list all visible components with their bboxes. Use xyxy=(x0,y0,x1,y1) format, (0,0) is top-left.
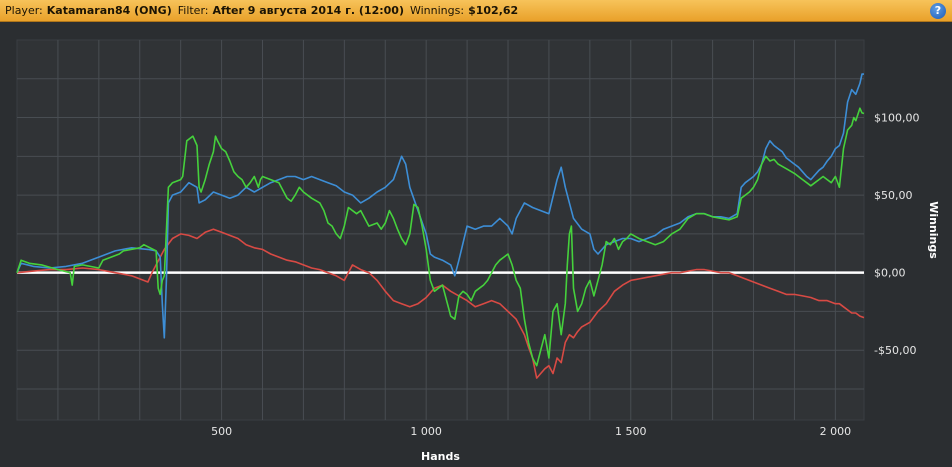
chart-grid xyxy=(16,39,865,421)
y-axis-title: Winnings xyxy=(927,201,940,259)
winnings-chart: 500 1 000 1 500 2 000 $100,00 $50,00 $0,00 -$50… xyxy=(16,39,940,463)
winnings-value: $102,62 xyxy=(468,4,519,17)
plot-area xyxy=(16,39,865,421)
x-tick-label: 500 xyxy=(211,425,232,438)
y-tick-label: $50,00 xyxy=(874,189,913,202)
player-value: Katamaran84 (ONG) xyxy=(46,4,172,17)
help-icon[interactable]: ? xyxy=(930,3,946,19)
filter-value: After 9 августа 2014 г. (12:00) xyxy=(212,4,404,17)
y-tick-label: $0,00 xyxy=(874,267,906,280)
winnings-label: Winnings: xyxy=(409,4,465,17)
x-axis-title: Hands xyxy=(421,450,460,463)
player-label: Player: xyxy=(5,4,43,17)
filter-label: Filter: xyxy=(177,4,209,17)
x-tick-label: 2 000 xyxy=(820,425,852,438)
x-tick-label: 1 000 xyxy=(410,425,442,438)
x-tick-label: 1 500 xyxy=(615,425,647,438)
chart-header-bar: Player: Katamaran84 (ONG) Filter: After … xyxy=(0,0,952,22)
y-tick-label: -$50,00 xyxy=(874,344,916,357)
y-tick-label: $100,00 xyxy=(874,112,920,125)
